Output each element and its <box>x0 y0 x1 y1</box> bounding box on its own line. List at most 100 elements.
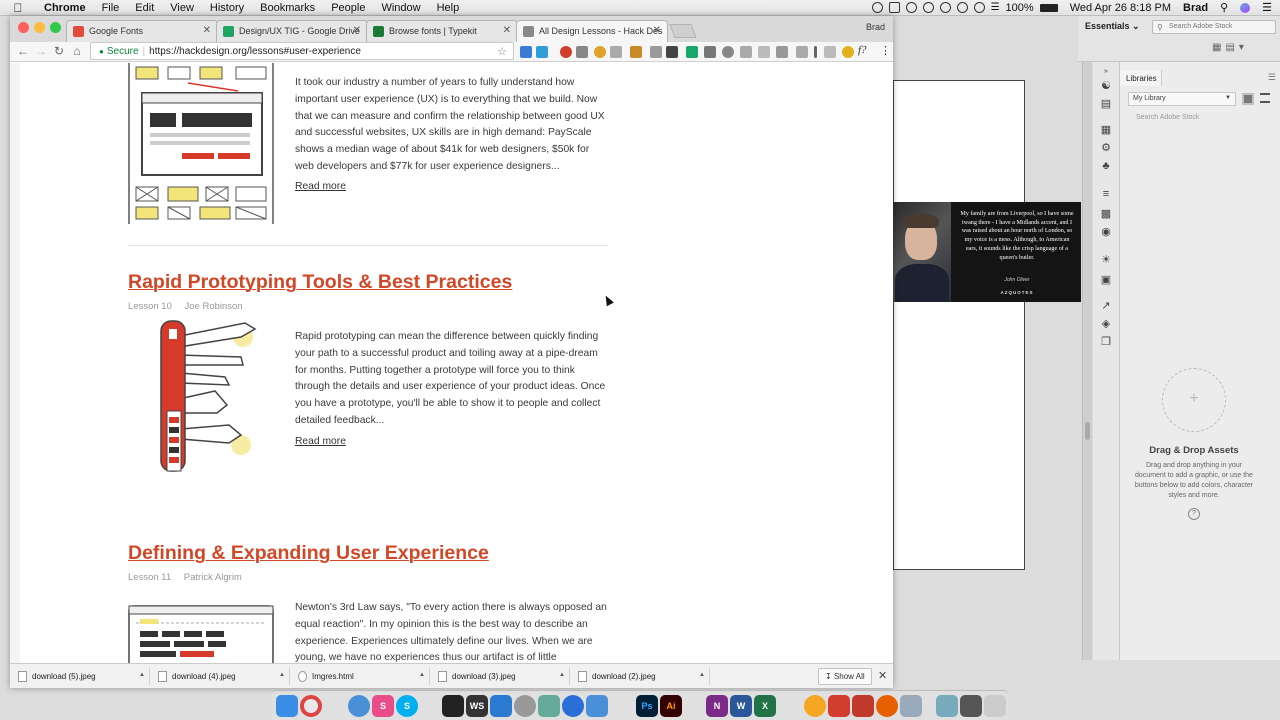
skype-icon[interactable]: S <box>396 695 418 717</box>
extension-icon-16[interactable] <box>796 46 808 58</box>
menu-edit[interactable]: Edit <box>127 2 162 14</box>
forward-icon[interactable]: → <box>32 44 50 58</box>
extension-icon-14[interactable] <box>758 46 770 58</box>
minimize-window-button[interactable] <box>34 22 45 33</box>
extension-icon-4[interactable] <box>576 46 588 58</box>
chrome-icon[interactable] <box>300 695 322 717</box>
canvas-scrollbar[interactable] <box>1082 62 1092 660</box>
close-tab-icon[interactable]: ✕ <box>503 25 511 36</box>
extension-icon-11[interactable] <box>704 46 716 58</box>
gradient-icon[interactable]: ▩ <box>1099 208 1113 220</box>
new-tab-button[interactable] <box>669 24 697 38</box>
extension-icon-19[interactable] <box>842 46 854 58</box>
app-icon-grey[interactable] <box>900 695 922 717</box>
bookmark-star-icon[interactable]: ☆ <box>497 45 507 58</box>
panel-menu-icon[interactable]: ☰ <box>1268 72 1276 83</box>
close-tab-icon[interactable]: ✕ <box>203 25 211 36</box>
stroke-icon[interactable]: ≡ <box>1099 188 1113 200</box>
close-downloads-icon[interactable]: ✕ <box>878 669 887 682</box>
battery-icon[interactable] <box>1039 3 1058 12</box>
artboard[interactable] <box>893 80 1025 570</box>
libraries-tab[interactable]: Libraries <box>1120 70 1162 86</box>
terminal-icon[interactable] <box>442 695 464 717</box>
tab-google-drive[interactable]: Design/UX TIG - Google Drive ✕ <box>216 20 368 42</box>
export-icon[interactable]: ↗ <box>1099 300 1113 312</box>
messages-icon[interactable] <box>348 695 370 717</box>
show-all-downloads-button[interactable]: ↧ Show All <box>818 668 872 685</box>
extension-icon-6[interactable] <box>610 46 622 58</box>
user-name[interactable]: Brad <box>1183 2 1208 14</box>
brushes-icon[interactable]: ⚙ <box>1099 142 1113 154</box>
symbols-icon[interactable]: ♣ <box>1099 160 1113 172</box>
home-icon[interactable]: ⌂ <box>68 44 86 58</box>
extension-icon-8[interactable] <box>650 46 662 58</box>
extension-icon-9[interactable] <box>666 46 678 58</box>
status-icon-2[interactable] <box>888 2 900 13</box>
app-icon-dark-red[interactable] <box>852 695 874 717</box>
libraries-icon[interactable]: ▤ <box>1099 98 1113 110</box>
download-item[interactable]: download (4).jpeg ▲ <box>154 668 290 685</box>
download-item[interactable]: download (5).jpeg ▲ <box>14 668 150 685</box>
whatfont-extension-icon[interactable]: f? <box>858 44 867 56</box>
chevron-up-icon[interactable]: ▲ <box>279 672 285 678</box>
git-client-icon[interactable] <box>538 695 560 717</box>
read-more-link[interactable]: Read more <box>295 436 346 447</box>
artboards-icon[interactable]: ❐ <box>1099 336 1113 348</box>
extension-icon-1[interactable] <box>520 46 532 58</box>
clock[interactable]: Wed Apr 26 8:18 PM <box>1070 2 1171 14</box>
firefox-icon[interactable] <box>876 695 898 717</box>
siri-icon[interactable] <box>1240 2 1251 13</box>
help-icon[interactable]: ? <box>1188 508 1200 520</box>
menu-app-name[interactable]: Chrome <box>36 2 94 14</box>
lesson-author-link[interactable]: Patrick Algrim <box>184 572 242 583</box>
transparency-icon[interactable]: ◉ <box>1099 226 1113 238</box>
notification-center-icon[interactable]: ☰ <box>1262 1 1272 14</box>
spotlight-icon[interactable]: ⚲ <box>1220 1 1228 14</box>
onenote-icon[interactable]: N <box>706 695 728 717</box>
extension-icon-15[interactable] <box>776 46 788 58</box>
menu-people[interactable]: People <box>323 2 373 14</box>
close-window-button[interactable] <box>18 22 29 33</box>
lesson-title-link[interactable]: Rapid Prototyping Tools & Best Practices <box>128 271 512 294</box>
photoshop-icon[interactable]: Ps <box>636 695 658 717</box>
tab-typekit[interactable]: Browse fonts | Typekit ✕ <box>366 20 518 42</box>
arrange-icons[interactable]: ▦▤▾ <box>1212 42 1248 53</box>
status-icon-6[interactable] <box>956 2 968 13</box>
chrome-menu-icon[interactable]: ⋮ <box>880 44 891 57</box>
tab-hack-design[interactable]: All Design Lessons - Hack Des ✕ <box>516 20 668 42</box>
status-icon-7[interactable] <box>973 2 985 13</box>
color-guide-icon[interactable]: ☯ <box>1099 80 1113 92</box>
lesson-title-link[interactable]: Defining & Expanding User Experience <box>128 542 489 565</box>
extension-icon-18[interactable] <box>824 46 836 58</box>
sketch-icon[interactable] <box>804 695 826 717</box>
extension-icon-17[interactable] <box>814 46 817 58</box>
layers-icon[interactable]: ◈ <box>1099 318 1113 330</box>
extension-icon-10[interactable] <box>686 46 698 58</box>
library-select[interactable]: My Library ▼ <box>1128 92 1236 106</box>
excel-icon[interactable]: X <box>754 695 776 717</box>
trash-icon[interactable] <box>984 695 1006 717</box>
screenshots-folder-icon[interactable] <box>960 695 982 717</box>
vscode-icon[interactable] <box>490 695 512 717</box>
download-item[interactable]: Imgres.html ▲ <box>294 668 430 685</box>
word-icon[interactable]: W <box>730 695 752 717</box>
menu-view[interactable]: View <box>162 2 202 14</box>
back-icon[interactable]: ← <box>14 44 32 58</box>
adobe-stock-search[interactable]: ⚲ Search Adobe Stock <box>1152 20 1276 34</box>
slack-icon[interactable]: S <box>372 695 394 717</box>
chevron-up-icon[interactable]: ▲ <box>419 672 425 678</box>
chevron-up-icon[interactable]: ▲ <box>139 672 145 678</box>
status-icon-5[interactable] <box>939 2 951 13</box>
download-item[interactable]: download (2).jpeg ▲ <box>574 668 710 685</box>
address-bar[interactable]: ● Secure | https://hackdesign.org/lessons#u… <box>90 42 514 60</box>
apple-menu-icon[interactable]:  <box>0 1 36 15</box>
wifi-icon[interactable]: ☰ <box>991 2 1000 13</box>
battery-percent[interactable]: 100% <box>1006 2 1034 14</box>
menu-help[interactable]: Help <box>429 2 468 14</box>
reload-icon[interactable]: ↻ <box>50 44 68 58</box>
library-stock-search[interactable]: Search Adobe Stock <box>1128 114 1272 121</box>
menu-file[interactable]: File <box>94 2 128 14</box>
appearance-icon[interactable]: ☀ <box>1099 254 1113 266</box>
extension-icon-3[interactable] <box>560 46 572 58</box>
graphic-styles-icon[interactable]: ▣ <box>1099 274 1113 286</box>
